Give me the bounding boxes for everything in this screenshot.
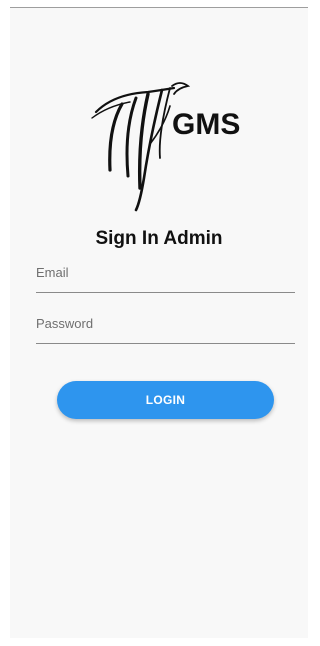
logo-text: GMS bbox=[172, 108, 240, 141]
login-screen: GMS Sign In Admin LOGIN bbox=[10, 8, 308, 638]
password-field-wrapper bbox=[36, 315, 295, 355]
email-field[interactable] bbox=[36, 265, 295, 293]
email-field-wrapper bbox=[36, 264, 295, 304]
app-logo: GMS bbox=[88, 78, 248, 218]
page-title: Sign In Admin bbox=[95, 228, 223, 249]
login-button[interactable]: LOGIN bbox=[57, 381, 274, 419]
password-field[interactable] bbox=[36, 316, 295, 344]
